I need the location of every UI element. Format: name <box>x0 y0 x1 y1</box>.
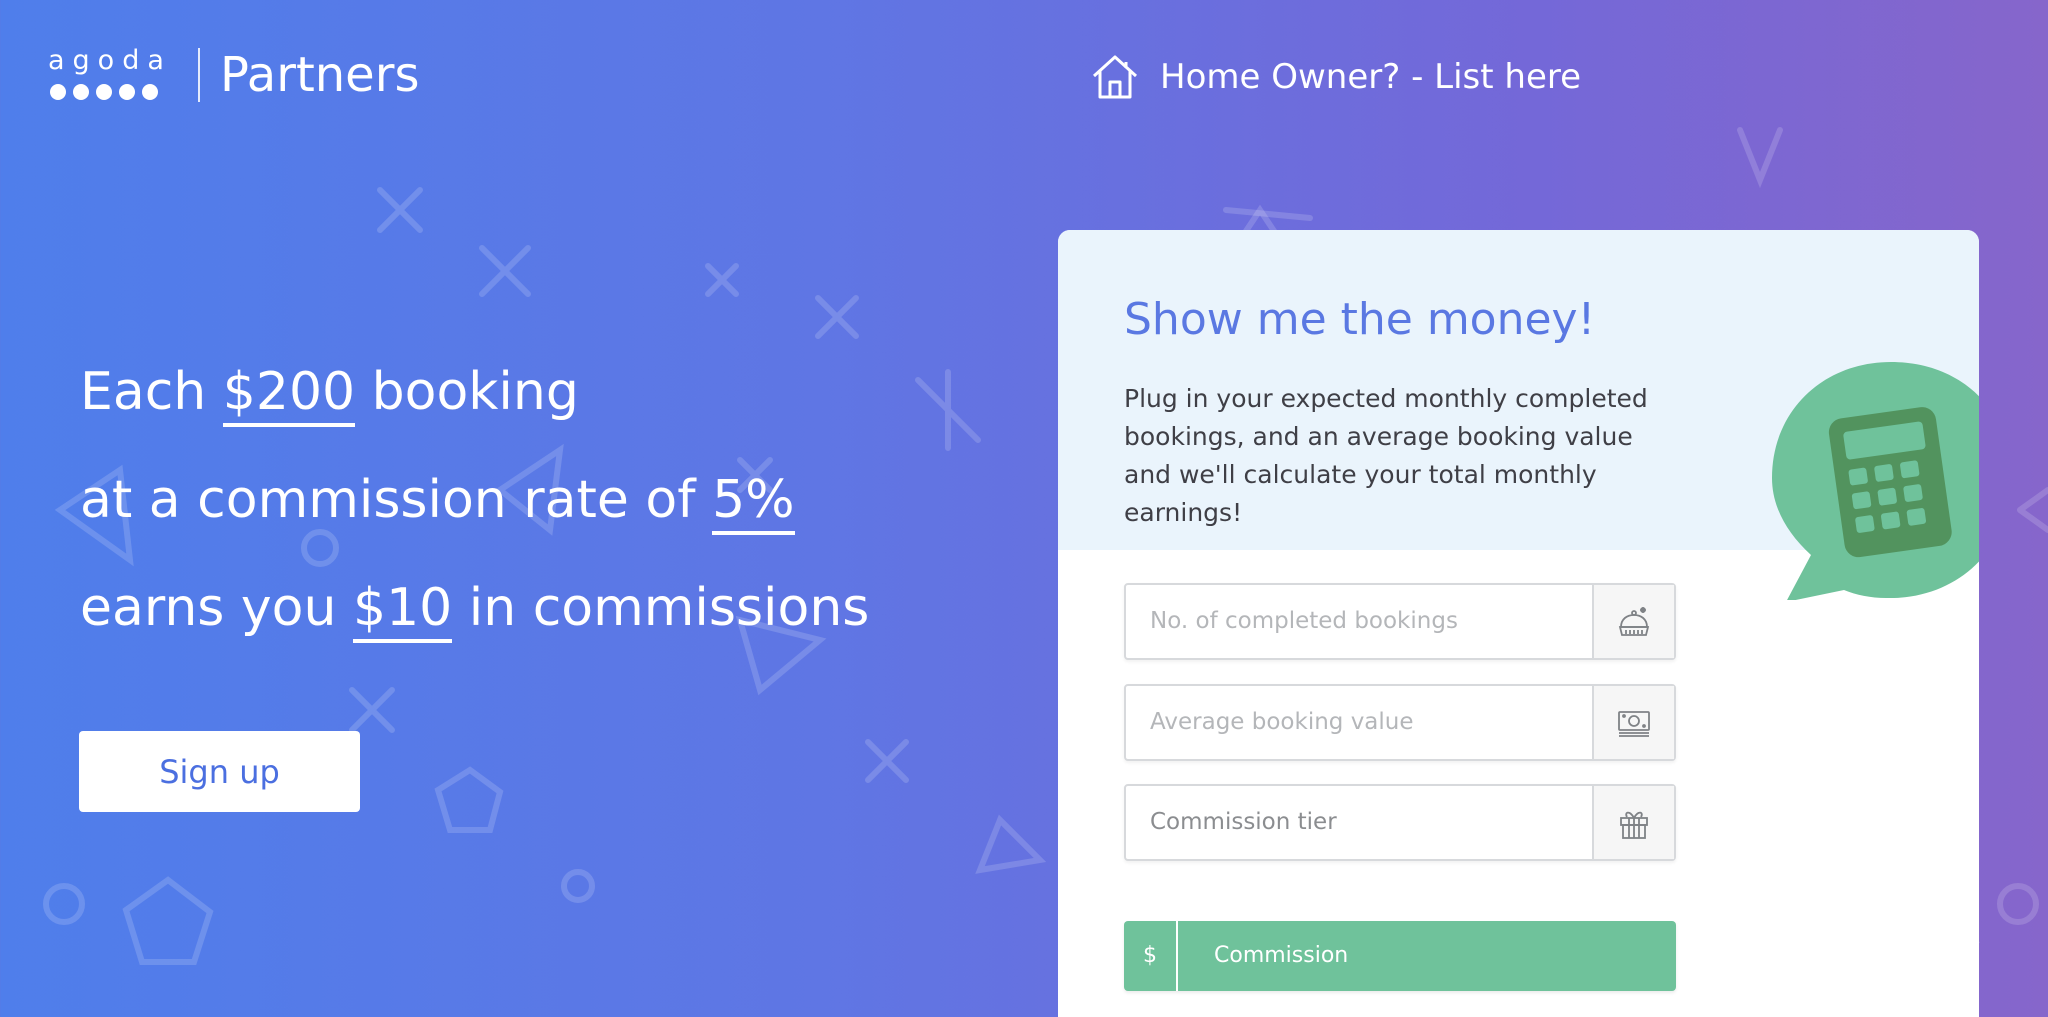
pitch-text: at a commission rate of <box>80 470 713 530</box>
calculator-description: Plug in your expected monthly completed … <box>1124 384 1648 527</box>
calculator-icon <box>1772 362 1979 600</box>
commission-earned: $10 <box>352 577 453 643</box>
booking-amount: $200 <box>222 361 356 427</box>
pitch-text: in commissions <box>452 578 870 638</box>
commission-rate: 5% <box>712 469 795 535</box>
commission-tier-field[interactable]: Commission tier <box>1124 784 1676 861</box>
logo-divider <box>198 48 200 102</box>
money-icon <box>1618 710 1650 737</box>
home-owner-list-link[interactable]: Home Owner? - List here <box>1090 52 1581 102</box>
dollar-symbol: $ <box>1124 921 1178 991</box>
pitch-line-1: Each $200 booking <box>80 338 869 446</box>
value-icon-box <box>1592 686 1674 759</box>
logo-dots <box>50 84 158 100</box>
commission-tier-select[interactable]: Commission tier <box>1126 786 1592 859</box>
home-owner-link-label: Home Owner? - List here <box>1160 57 1582 97</box>
commission-result: $ Commission <box>1124 921 1676 991</box>
logo-partners-text: Partners <box>220 47 420 103</box>
pitch-line-3: earns you $10 in commissions <box>80 554 869 662</box>
tier-icon-box <box>1592 786 1674 859</box>
average-booking-value-input[interactable]: Average booking value <box>1126 686 1592 759</box>
calculator-title: Show me the money! <box>1124 294 1596 345</box>
completed-bookings-field[interactable]: No. of completed bookings <box>1124 583 1676 660</box>
commission-pitch: Each $200 booking at a commission rate o… <box>80 338 869 662</box>
pitch-text: Each <box>80 362 223 422</box>
home-icon <box>1092 55 1138 99</box>
bell-icon <box>1618 606 1650 636</box>
average-booking-value-field[interactable]: Average booking value <box>1124 684 1676 761</box>
logo-word: agoda <box>48 45 172 76</box>
commission-calculator-card: Show me the money! Plug in your expected… <box>1058 230 1979 1017</box>
bookings-icon-box <box>1592 585 1674 658</box>
pitch-line-2: at a commission rate of 5% <box>80 446 869 554</box>
sign-up-button[interactable]: Sign up <box>79 731 360 812</box>
completed-bookings-input[interactable]: No. of completed bookings <box>1126 585 1592 658</box>
agoda-partners-logo[interactable]: agoda Partners <box>48 46 419 104</box>
pitch-text: booking <box>355 362 579 422</box>
pitch-text: earns you <box>80 578 353 638</box>
agoda-logo-mark: agoda <box>48 46 176 104</box>
commission-result-label: Commission <box>1214 943 1349 968</box>
gift-icon <box>1620 811 1648 839</box>
